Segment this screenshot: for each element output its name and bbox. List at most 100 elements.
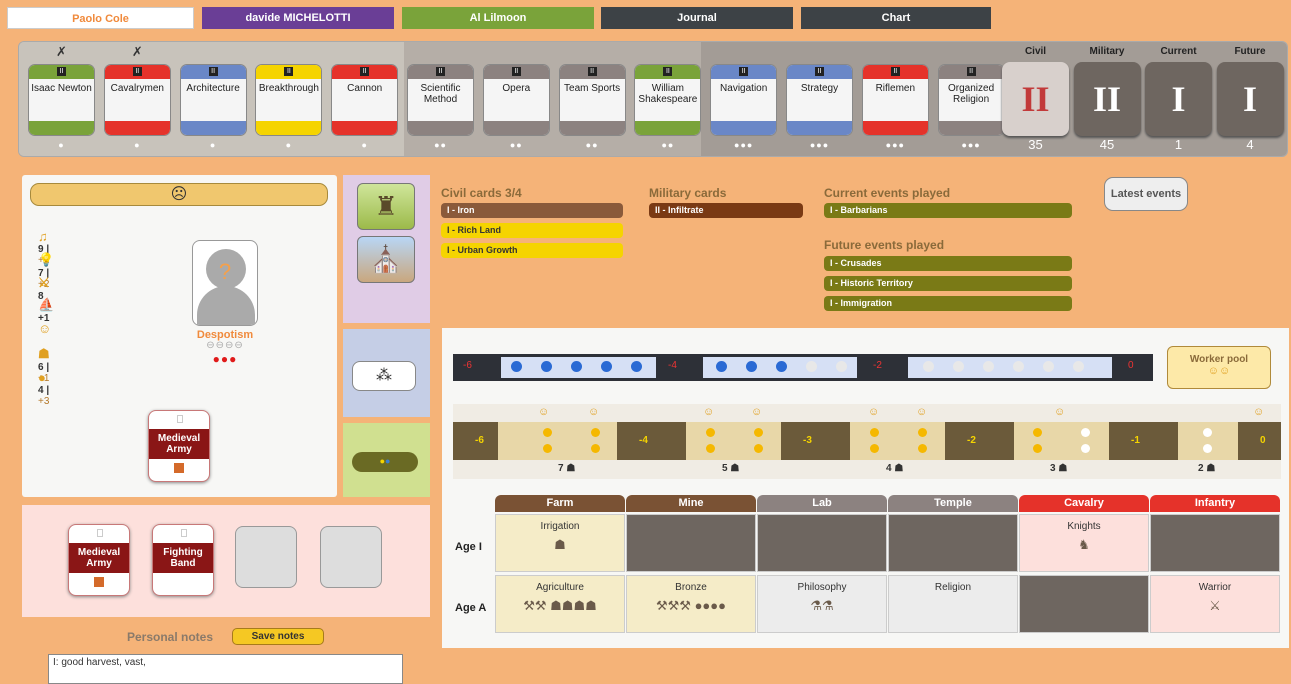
building-cell[interactable]	[626, 514, 756, 572]
card-name: Organized Religion	[948, 83, 995, 105]
card-name: Scientific Method	[420, 83, 461, 105]
card-organized-religion[interactable]: II Organized Religion	[937, 64, 1005, 136]
building-cell[interactable]: Warrior ⚔	[1150, 575, 1280, 633]
tab-paolo-cole[interactable]: Paolo Cole	[7, 7, 194, 29]
building-cell[interactable]: Religion	[888, 575, 1018, 633]
gold-token	[591, 444, 600, 453]
empty-slot[interactable]	[235, 526, 297, 588]
building-cell[interactable]: Bronze ⚒⚒⚒ ●●●●	[626, 575, 756, 633]
row-label: Age I	[455, 541, 482, 553]
played-card[interactable]: I - Iron	[441, 203, 623, 218]
card-name: Architecture	[186, 83, 240, 94]
building-cell[interactable]	[757, 514, 887, 572]
wonder-basilica[interactable]: ⛪	[357, 236, 415, 283]
latest-events-button[interactable]: Latest events	[1104, 177, 1188, 211]
deck-future[interactable]: I	[1216, 62, 1284, 136]
track-cell	[781, 422, 850, 460]
taken-mark: ✗	[56, 44, 67, 59]
tab-al-lilmoon[interactable]: Al Lilmoon	[402, 7, 594, 29]
tokens-button[interactable]: ●●	[352, 452, 418, 472]
card-breakthrough[interactable]: II Breakthrough	[255, 64, 323, 136]
deck-current[interactable]: I	[1145, 62, 1212, 136]
track-cell	[498, 422, 617, 460]
card-opera[interactable]: II Opera	[482, 64, 550, 136]
card-age: II	[284, 67, 294, 76]
card-isaac-newton[interactable]: II Isaac Newton	[28, 64, 95, 136]
card-age: II	[57, 67, 66, 76]
card-riflemen[interactable]: II Riflemen	[861, 64, 929, 136]
production-track: -6 -4 -2 0	[453, 354, 1153, 381]
happy-icon: ☺	[38, 321, 52, 336]
save-notes-button[interactable]: Save notes	[232, 628, 324, 645]
card-strategy[interactable]: II Strategy	[786, 64, 853, 136]
gold-token	[591, 428, 600, 437]
building-cell[interactable]: Agriculture ⚒⚒ ☗☗☗☗	[495, 575, 625, 633]
track-label: -1	[1131, 435, 1140, 446]
card-age: II	[815, 67, 824, 76]
card-age: II	[587, 67, 597, 76]
card-william-shakespeare[interactable]: II William Shakespeare	[634, 64, 702, 136]
card-name: Opera	[502, 83, 531, 94]
played-card[interactable]: I - Crusades	[824, 256, 1072, 271]
played-card[interactable]: II - Infiltrate	[649, 203, 803, 218]
card-name: William Shakespeare	[638, 83, 698, 105]
colonize-icon: ⛵	[38, 297, 55, 312]
empty-token	[1081, 428, 1090, 437]
played-card[interactable]: I - Immigration	[824, 296, 1072, 311]
tab-chat[interactable]: Chart	[801, 7, 991, 29]
track-bottom-label: 4 ☗	[886, 463, 904, 474]
wonder-colossus[interactable]: ♜	[357, 183, 415, 230]
card-navigation[interactable]: II Navigation	[710, 64, 778, 136]
tab-journal[interactable]: Journal	[601, 7, 793, 29]
empty-slot[interactable]	[320, 526, 382, 588]
future-events-title: Future events played	[824, 238, 945, 252]
card-scientific-method[interactable]: II Scientific Method	[407, 64, 474, 136]
empty-token	[923, 361, 934, 372]
shield-icon	[94, 577, 104, 587]
building-icons: ⚗⚗	[810, 598, 834, 613]
played-card[interactable]: I - Historic Territory	[824, 276, 1072, 291]
card-architecture[interactable]: II Architecture	[179, 64, 247, 136]
building-cell[interactable]	[888, 514, 1018, 572]
gold-token	[870, 428, 879, 437]
food-icon: ☗	[38, 346, 50, 361]
card-cost: ●	[58, 140, 65, 150]
army-card[interactable]: Medieval Army	[148, 410, 210, 482]
civil-cards-title: Civil cards 3/4	[441, 186, 522, 200]
resource-track: -6 -4 -3 -2 -1 0 ☺ ☺ ☺ ☺ ☺ ☺ ☺ ☺ 7 ☗ 5 ☗ 4 ☗ 3 ☗ 2 ☗	[453, 404, 1281, 479]
deck-count: 35	[1028, 137, 1043, 152]
played-card[interactable]: I - Barbarians	[824, 203, 1072, 218]
gold-token	[543, 444, 552, 453]
deck-military[interactable]: II	[1073, 62, 1141, 136]
deck-label: Current	[1160, 46, 1197, 57]
tab-davide-michelotti[interactable]: davide MICHELOTTI	[202, 7, 394, 29]
tableau-card-fighting-band[interactable]: Fighting Band	[152, 524, 214, 596]
card-cost: ●	[134, 140, 141, 150]
building-icons: ♞	[1078, 537, 1090, 552]
cannon-button[interactable]: ⁂	[352, 361, 416, 391]
notes-textarea[interactable]: I: good harvest, vast,	[48, 654, 403, 684]
played-card[interactable]: I - Urban Growth	[441, 243, 623, 258]
played-card[interactable]: I - Rich Land	[441, 223, 623, 238]
building-cell[interactable]	[1019, 575, 1149, 633]
card-cost: ●●	[434, 140, 447, 150]
building-cell[interactable]	[1150, 514, 1280, 572]
gold-token	[706, 444, 715, 453]
card-cost: ●●●	[809, 140, 830, 150]
worker-pool[interactable]: Worker pool ☺☺	[1167, 346, 1271, 389]
blue-token	[716, 361, 727, 372]
card-team-sports[interactable]: II Team Sports	[558, 64, 626, 136]
card-cannon[interactable]: II Cannon	[331, 64, 399, 136]
track-segment	[656, 357, 700, 378]
building-cell[interactable]: Knights ♞	[1019, 514, 1149, 572]
tableau-card-medieval-army[interactable]: Medieval Army	[68, 524, 130, 596]
current-events-title: Current events played	[824, 186, 951, 200]
building-cell[interactable]: Irrigation ☗	[495, 514, 625, 572]
shield-icon	[174, 463, 184, 473]
card-name: Cannon	[347, 83, 383, 94]
track-cell	[617, 422, 686, 460]
building-cell[interactable]: Philosophy ⚗⚗	[757, 575, 887, 633]
leader-slot[interactable]: ?	[192, 240, 258, 326]
deck-civil[interactable]: II	[1002, 62, 1069, 136]
card-cavalrymen[interactable]: II Cavalrymen	[103, 64, 171, 136]
